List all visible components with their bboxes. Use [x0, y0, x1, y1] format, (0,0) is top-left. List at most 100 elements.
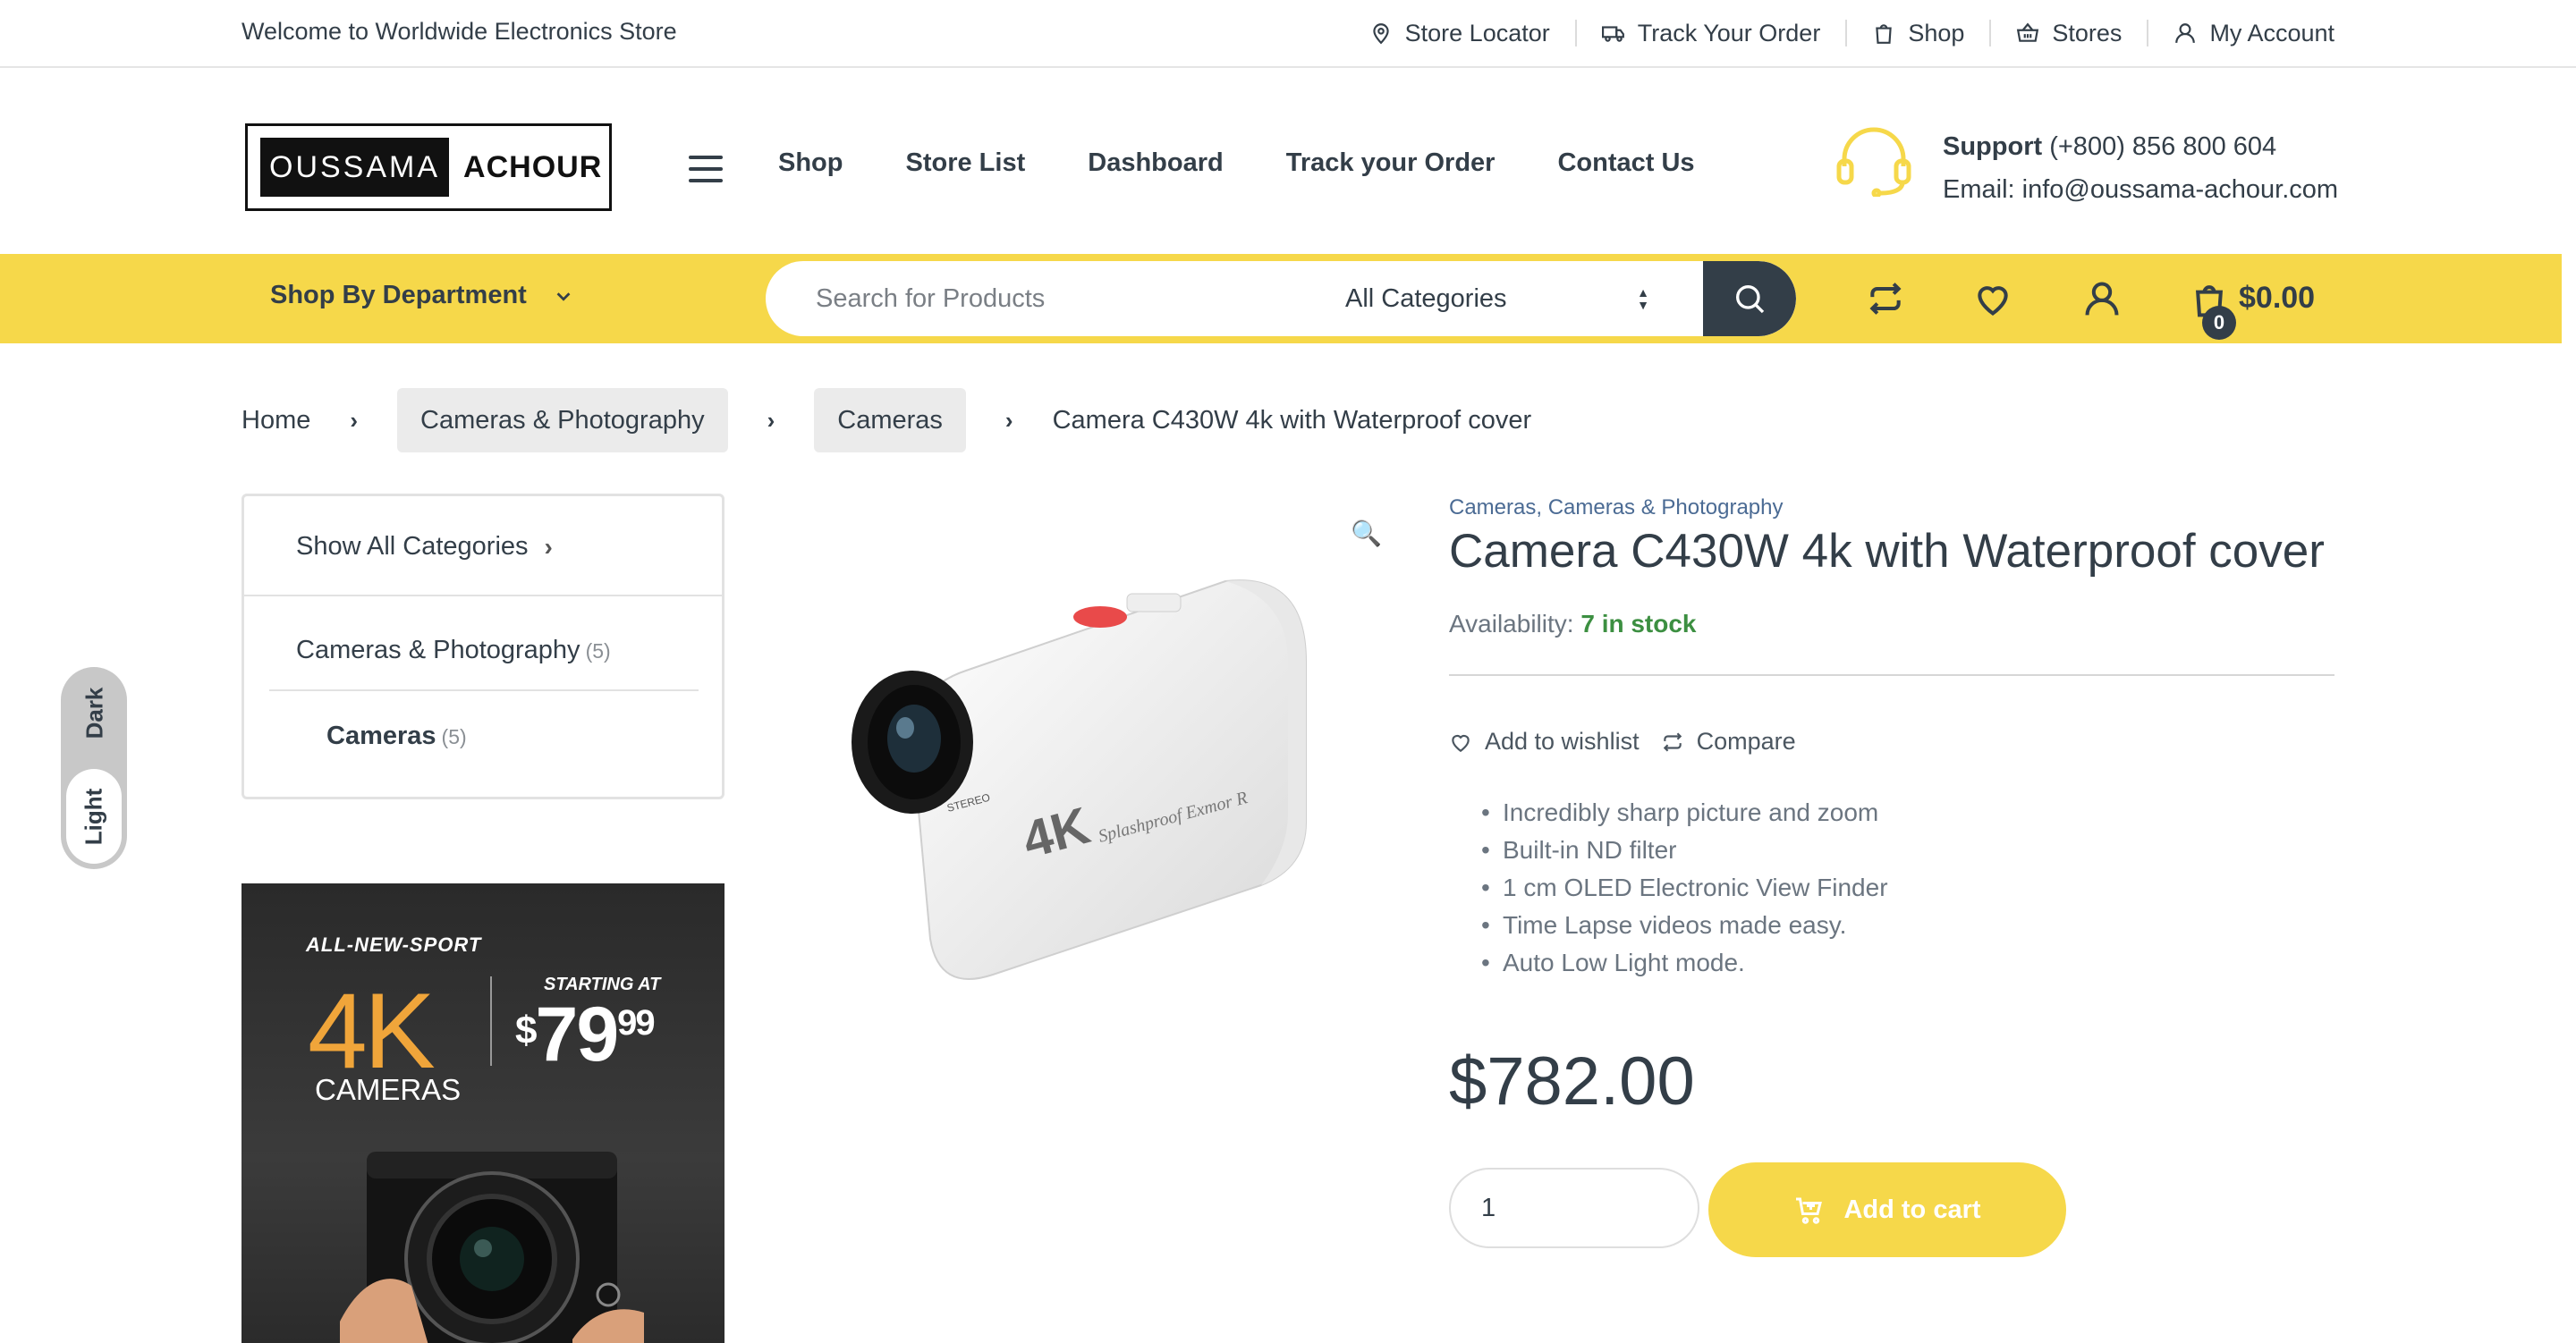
- shop-by-department-button[interactable]: Shop By Department: [270, 281, 573, 310]
- breadcrumb-separator-icon: ›: [767, 406, 775, 434]
- category-item-cameras[interactable]: Cameras (5): [326, 722, 467, 751]
- feature-item: Time Lapse videos made easy.: [1481, 907, 1888, 944]
- product-price: $782.00: [1449, 1043, 1695, 1119]
- compare-label: Compare: [1696, 728, 1796, 755]
- promo-divider: [490, 976, 492, 1066]
- nav-item-dashboard[interactable]: Dashboard: [1088, 148, 1223, 178]
- select-arrows-icon: ▲ ▼: [1637, 285, 1649, 312]
- stores-label: Stores: [2052, 19, 2123, 46]
- logo-part-2: ACHOUR: [463, 149, 603, 184]
- shopping-bag-icon: [1876, 24, 1893, 44]
- support-phone[interactable]: (+800) 856 800 604: [2049, 132, 2276, 161]
- breadcrumb: Home › Cameras & Photography › Cameras ›…: [242, 388, 1531, 452]
- category-count: (5): [585, 639, 611, 663]
- nav-item-store-list[interactable]: Store List: [906, 148, 1026, 178]
- feature-item: 1 cm OLED Electronic View Finder: [1481, 869, 1888, 907]
- product-categories[interactable]: Cameras, Cameras & Photography: [1449, 495, 1784, 520]
- nav-item-shop[interactable]: Shop: [778, 148, 843, 178]
- quantity-input[interactable]: [1449, 1168, 1699, 1248]
- track-order-label: Track Your Order: [1637, 19, 1821, 46]
- product-actions: Add to wishlist Compare: [1449, 728, 1818, 756]
- wishlist-label: Add to wishlist: [1485, 728, 1640, 755]
- user-icon[interactable]: [2082, 279, 2122, 318]
- compare-icon[interactable]: [1866, 279, 1905, 318]
- show-all-categories-label: Show All Categories: [296, 532, 529, 561]
- add-to-wishlist-button[interactable]: Add to wishlist: [1449, 728, 1640, 756]
- breadcrumb-cameras-photography[interactable]: Cameras & Photography: [397, 388, 728, 452]
- department-label: Shop By Department: [270, 281, 527, 309]
- main-nav: Shop Store List Dashboard Track your Ord…: [778, 148, 1758, 178]
- top-links: Store Locator Track Your Order Shop Stor…: [1344, 0, 2334, 66]
- hamburger-menu-icon[interactable]: [689, 156, 723, 182]
- divider: [1449, 674, 2334, 676]
- promo-price-cents: 99: [617, 1003, 655, 1043]
- heart-icon[interactable]: [1973, 279, 2012, 318]
- stores-link[interactable]: Stores: [1989, 20, 2147, 46]
- truck-icon: [1601, 26, 1624, 42]
- product-title: Camera C430W 4k with Waterproof cover: [1449, 525, 2325, 578]
- zoom-icon[interactable]: 🔍: [1351, 519, 1382, 547]
- theme-dark-label[interactable]: Dark: [81, 687, 109, 740]
- category-item-cameras-photography[interactable]: Cameras & Photography (5): [296, 636, 611, 665]
- shop-link[interactable]: Shop: [1845, 20, 1989, 46]
- theme-light-label[interactable]: Light: [80, 786, 108, 849]
- show-all-categories-link[interactable]: Show All Categories ›: [296, 532, 553, 562]
- my-account-link[interactable]: My Account: [2147, 20, 2334, 46]
- compare-icon: [1663, 731, 1682, 752]
- top-bar: Welcome to Worldwide Electronics Store S…: [0, 0, 2576, 68]
- store-locator-link[interactable]: Store Locator: [1344, 20, 1575, 46]
- cart-plus-icon: [1796, 1197, 1823, 1224]
- add-to-cart-button[interactable]: Add to cart: [1708, 1162, 2066, 1257]
- category-select[interactable]: All Categories ▲ ▼: [1345, 261, 1721, 336]
- chevron-right-icon: ›: [544, 532, 553, 561]
- promo-headline: ALL-NEW-SPORT: [306, 933, 482, 956]
- theme-toggle[interactable]: Dark Light: [61, 667, 127, 869]
- breadcrumb-home[interactable]: Home: [242, 406, 310, 435]
- category-sidebar: Show All Categories › Cameras & Photogra…: [242, 494, 724, 799]
- promo-price-whole: 79: [535, 992, 619, 1077]
- user-icon: [2175, 23, 2196, 43]
- support-email[interactable]: Email: info@oussama-achour.com: [1943, 168, 2338, 211]
- compare-button[interactable]: Compare: [1661, 728, 1796, 756]
- divider: [244, 595, 722, 596]
- promo-price: $7999: [515, 991, 656, 1079]
- category-count: (5): [441, 725, 467, 748]
- chevron-down-icon: [556, 291, 571, 301]
- support-info: Support (+800) 856 800 604 Email: info@o…: [1943, 125, 2338, 211]
- navigation-bar: Shop By Department All Categories ▲▼: [0, 254, 2562, 343]
- support-label: Support: [1943, 132, 2043, 161]
- breadcrumb-cameras[interactable]: Cameras: [814, 388, 966, 452]
- store-locator-label: Store Locator: [1404, 19, 1550, 46]
- shop-label: Shop: [1908, 19, 1965, 46]
- category-name: Cameras & Photography: [296, 636, 580, 664]
- promo-subtitle: CAMERAS: [315, 1073, 462, 1106]
- divider: [269, 689, 699, 691]
- promo-banner[interactable]: ALL-NEW-SPORT 4K CAMERAS STARTING AT $79…: [242, 883, 724, 1343]
- feature-item: Built-in ND filter: [1481, 832, 1888, 869]
- product-image[interactable]: 4K Splashproof Exmor R STEREO: [841, 563, 1324, 984]
- breadcrumb-separator-icon: ›: [350, 406, 359, 434]
- breadcrumb-current: Camera C430W 4k with Waterproof cover: [1052, 405, 1532, 435]
- add-to-cart-label: Add to cart: [1843, 1195, 1981, 1224]
- promo-camera-image: [340, 1152, 644, 1343]
- search-bar: All Categories ▲▼: [766, 261, 1796, 336]
- feature-list: Incredibly sharp picture and zoom Built-…: [1481, 794, 1888, 982]
- cart-total[interactable]: $0.00: [2239, 281, 2315, 316]
- nav-item-track-order[interactable]: Track your Order: [1286, 148, 1496, 178]
- breadcrumb-separator-icon: ›: [1004, 406, 1013, 434]
- search-input[interactable]: [816, 261, 1317, 336]
- feature-item: Incredibly sharp picture and zoom: [1481, 794, 1888, 832]
- feature-item: Auto Low Light mode.: [1481, 944, 1888, 982]
- site-logo[interactable]: OUSSAMA ACHOUR: [245, 123, 612, 211]
- availability-value: 7 in stock: [1580, 610, 1697, 638]
- availability: Availability: 7 in stock: [1449, 610, 1697, 638]
- nav-item-contact-us[interactable]: Contact Us: [1557, 148, 1694, 178]
- heart-icon: [1452, 734, 1470, 752]
- map-pin-icon: [1372, 23, 1389, 45]
- category-name: Cameras: [326, 722, 436, 750]
- welcome-text: Welcome to Worldwide Electronics Store: [242, 18, 677, 45]
- track-order-link[interactable]: Track Your Order: [1574, 19, 1846, 46]
- availability-label: Availability:: [1449, 610, 1574, 638]
- logo-part-1: OUSSAMA: [260, 138, 450, 197]
- search-button[interactable]: [1703, 261, 1796, 336]
